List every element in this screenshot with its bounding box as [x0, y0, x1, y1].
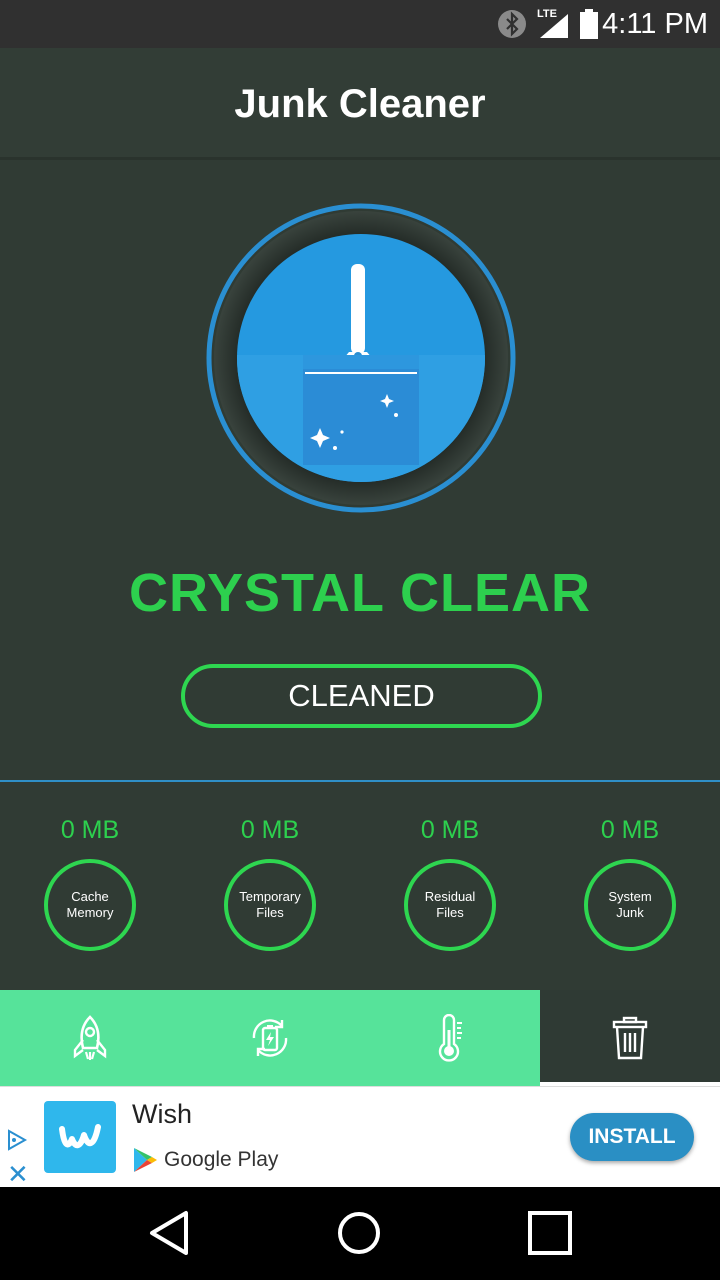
- stat-amount: 0 MB: [600, 816, 660, 844]
- stat-label-line1: Cache: [71, 889, 109, 904]
- stat-label: System Junk: [595, 889, 665, 921]
- back-icon[interactable]: [146, 1209, 194, 1257]
- stat-label: Residual Files: [415, 889, 485, 921]
- wish-app-icon: [44, 1101, 116, 1173]
- stat-label-line1: System: [608, 889, 652, 904]
- stat-label-line1: Residual: [424, 889, 476, 904]
- recents-icon[interactable]: [526, 1209, 574, 1257]
- cleaned-button[interactable]: CLEANED: [181, 664, 542, 728]
- rocket-icon: [73, 1015, 107, 1060]
- stat-cache-memory: 0 MB Cache Memory: [0, 782, 180, 990]
- stat-label-line1: Temporary: [239, 889, 301, 904]
- system-nav-bar: [0, 1187, 720, 1280]
- stat-label-line2: Files: [256, 905, 284, 920]
- adchoices-icon[interactable]: [6, 1129, 28, 1151]
- app-header: Junk Cleaner: [0, 48, 720, 160]
- ad-app-name: Wish: [132, 1099, 192, 1129]
- stat-label: Temporary Files: [235, 889, 305, 921]
- bluetooth-icon: [498, 10, 526, 38]
- stat-system-junk: 0 MB System Junk: [540, 782, 720, 990]
- nav-item-battery-saver[interactable]: [180, 990, 360, 1086]
- ad-banner[interactable]: ✕ Wish Google Play INSTALL: [0, 1086, 720, 1190]
- store-label: Google Play: [164, 1148, 279, 1171]
- stat-amount: 0 MB: [240, 816, 300, 844]
- stat-ring: Cache Memory: [44, 859, 136, 951]
- bottom-nav: [0, 990, 720, 1086]
- stat-label-line2: Junk: [616, 905, 644, 920]
- stat-residual-files: 0 MB Residual Files: [360, 782, 540, 990]
- stat-ring: System Junk: [584, 859, 676, 951]
- thermometer-icon: [438, 1014, 462, 1062]
- stat-temporary-files: 0 MB Temporary Files: [180, 782, 360, 990]
- close-ad-icon[interactable]: ✕: [7, 1159, 29, 1190]
- status-bar: LTE 4:11 PM: [0, 0, 720, 48]
- nav-item-booster[interactable]: [0, 990, 180, 1086]
- page-title: Junk Cleaner: [234, 82, 486, 126]
- clock: 4:11 PM: [602, 8, 708, 40]
- stat-amount: 0 MB: [60, 816, 120, 844]
- stat-ring: Residual Files: [404, 859, 496, 951]
- broom-icon: [206, 203, 516, 513]
- clean-status-text: CRYSTAL CLEAR: [128, 563, 591, 623]
- home-icon[interactable]: [335, 1209, 383, 1257]
- cleaner-panel: CRYSTAL CLEAR CLEANED: [0, 160, 720, 782]
- stat-amount: 0 MB: [420, 816, 480, 844]
- install-button[interactable]: INSTALL: [570, 1113, 694, 1161]
- nav-item-junk-cleaner[interactable]: [540, 990, 720, 1086]
- trash-icon: [612, 1016, 648, 1060]
- stat-label: Cache Memory: [55, 889, 125, 921]
- battery-saver-icon: [252, 1019, 288, 1057]
- google-play-icon: [134, 1148, 157, 1172]
- store-badge: Google Play: [132, 1145, 278, 1175]
- signal-icon: [540, 14, 568, 38]
- stat-ring: Temporary Files: [224, 859, 316, 951]
- junk-stats: 0 MB Cache Memory 0 MB Temporary Files 0 M…: [0, 782, 720, 990]
- battery-icon: [580, 9, 598, 39]
- nav-item-cpu-cooler[interactable]: [360, 990, 540, 1086]
- stat-label-line2: Files: [436, 905, 464, 920]
- stat-label-line2: Memory: [66, 905, 114, 920]
